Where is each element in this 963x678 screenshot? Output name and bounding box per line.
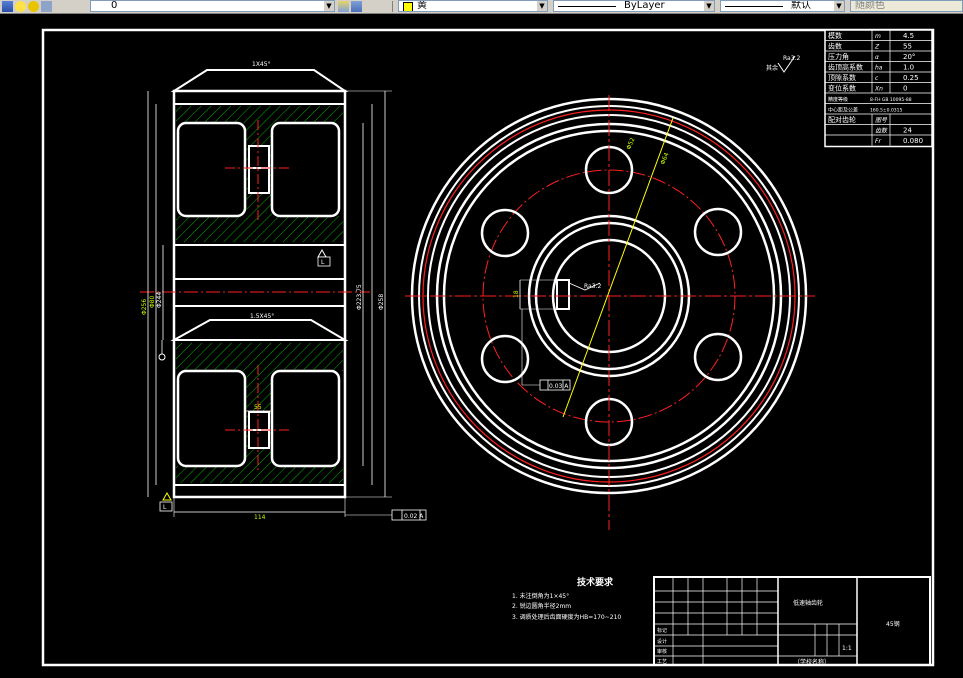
layer-manager-icon[interactable] <box>2 1 13 12</box>
gear-table-symbol: α <box>875 54 879 61</box>
layer-tools <box>2 0 54 13</box>
circle-dim-b: Φ64 <box>659 152 670 166</box>
keyway-dim: 18 <box>513 290 520 298</box>
gear-table-value: 8-FH GB 10095-88 <box>870 97 912 103</box>
gear-table-symbol: ha <box>875 65 883 72</box>
left-dim-1: Φ256 <box>141 299 148 315</box>
front-view: Φ52 Φ64 18 Ra3.2 0.03 A 其余 Ra3.2 <box>405 55 815 530</box>
layer-extra-tools <box>338 0 364 13</box>
layer-dropdown-value: 0 <box>111 0 118 11</box>
part-name: 低速轴齿轮 <box>793 599 823 607</box>
layer-previous-icon[interactable] <box>351 1 362 12</box>
gear-table-value: 0.25 <box>903 74 919 82</box>
gear-table-symbol: 图号 <box>875 117 888 124</box>
role-3: 审核 <box>657 648 667 655</box>
linetype-dropdown[interactable]: ByLayer ▼ <box>553 0 715 12</box>
lineweight-dropdown-value: 默认 <box>791 0 811 11</box>
lineweight-sample-line <box>725 6 783 7</box>
layer-state-bulb-icon[interactable] <box>15 1 26 12</box>
color-dropdown-value: 黄 <box>417 0 427 11</box>
section-top-label: 1X45° <box>252 61 271 68</box>
gear-table-label: 配对齿轮 <box>828 115 856 124</box>
bottom-width-label: 114 <box>254 514 266 521</box>
left-dim-2: Φ80 <box>149 295 156 308</box>
gear-table-symbol: Fr <box>875 138 881 145</box>
gear-table-label: 齿数 <box>828 42 842 51</box>
gear-table-value: 4.5 <box>903 32 914 40</box>
gear-table-symbol: Z <box>874 44 880 51</box>
surface-mark: 其余 <box>766 64 778 72</box>
color-swatch-icon <box>403 2 413 11</box>
tech-req-item-3: 3. 调质处理后齿面硬度为HB=170~210 <box>512 613 621 621</box>
gear-table-symbol: 齿数 <box>875 127 888 135</box>
left-dim-3: Φ244 <box>156 292 163 308</box>
chevron-down-icon[interactable]: ▼ <box>834 1 844 11</box>
role-1: 标记 <box>657 627 667 634</box>
section-mid-label: 1.5X45° <box>250 313 274 320</box>
right-dim-1: Φ223.75 <box>356 284 363 310</box>
make-current-layer-icon[interactable] <box>338 1 349 12</box>
surface-roughness: Ra3.2 <box>783 55 800 62</box>
cad-drawing: 1X45° 1.5X45° Φ256 Φ80 Φ244 Φ223.75 Φ258… <box>41 28 935 667</box>
tolerance-frame-bottom: 0.02 A <box>404 513 424 520</box>
tech-req-item-2: 2. 锐边圆角半径2mm <box>512 602 571 610</box>
linetype-sample-line <box>558 6 616 7</box>
gear-table-symbol: m <box>875 33 881 40</box>
gear-table-label: 变位系数 <box>828 84 856 93</box>
gear-table-label: 顶隙系数 <box>828 73 856 82</box>
chevron-down-icon[interactable]: ▼ <box>537 1 547 11</box>
gear-table-label: 齿顶高系数 <box>828 63 863 72</box>
properties-toolbar: 0 ▼ 黄 ▼ ByLayer ▼ 默认 ▼ 随颜色 <box>0 0 963 14</box>
gear-table-value: 20° <box>903 53 915 61</box>
keyway-roughness: Ra3.2 <box>584 283 601 290</box>
plotstyle-dropdown: 随颜色 <box>850 0 963 12</box>
right-dim-2: Φ258 <box>378 294 385 310</box>
layer-freeze-sun-icon[interactable] <box>28 1 39 12</box>
gear-table-label: 压力角 <box>828 52 849 61</box>
tech-req-title: 技术要求 <box>577 576 614 588</box>
plotstyle-dropdown-value: 随颜色 <box>855 0 885 11</box>
section-view: 1X45° 1.5X45° Φ256 Φ80 Φ244 Φ223.75 Φ258… <box>140 61 427 521</box>
role-2: 设计 <box>657 638 667 645</box>
gear-table-value: 1.0 <box>903 64 914 72</box>
gear-table-value: 55 <box>903 43 912 51</box>
gear-table-label: 中心距及公差 <box>828 107 858 114</box>
lineweight-dropdown[interactable]: 默认 ▼ <box>720 0 845 12</box>
gear-table-label: 模数 <box>828 31 842 40</box>
gear-table-value: 0 <box>903 85 907 93</box>
color-dropdown[interactable]: 黄 ▼ <box>398 0 548 12</box>
gear-table-label: 精度等级 <box>828 96 848 103</box>
scale: 1:1 <box>842 645 852 652</box>
hub-width-label: 55 <box>254 404 262 411</box>
gear-parameter-table: 模数 m 4.5齿数 Z 55压力角 α 20°齿顶高系数 ha 1.0顶隙系数 c 0.25变位系… <box>824 29 933 148</box>
technical-requirements: 技术要求 1. 未注倒角为1×45° 2. 锐边圆角半径2mm 3. 调质处理后… <box>512 576 621 621</box>
chevron-down-icon[interactable]: ▼ <box>704 1 714 11</box>
material: 45钢 <box>886 620 900 628</box>
gear-table-value: 24 <box>903 127 912 135</box>
company: （学校名称） <box>794 658 830 666</box>
drawing-canvas[interactable]: 1X45° 1.5X45° Φ256 Φ80 Φ244 Φ223.75 Φ258… <box>0 14 963 674</box>
title-block: 低速轴齿轮 45钢 1:1 （学校名称） 标记 设计 审核 工艺 <box>653 576 931 666</box>
gear-table-value: 160.5±0.0315 <box>870 108 903 114</box>
layer-lock-icon[interactable] <box>41 1 52 12</box>
role-4: 工艺 <box>657 659 667 665</box>
toolbar-separator <box>392 1 393 12</box>
runout-frame: 0.03 A <box>549 383 569 390</box>
gear-table-symbol: Xn <box>874 86 883 93</box>
circle-dim-a: Φ52 <box>625 137 636 151</box>
linetype-dropdown-value: ByLayer <box>624 0 665 11</box>
gear-table-value: 0.080 <box>903 137 923 145</box>
layer-dropdown[interactable]: 0 ▼ <box>90 0 335 12</box>
chevron-down-icon[interactable]: ▼ <box>324 1 334 11</box>
tech-req-item-1: 1. 未注倒角为1×45° <box>512 592 569 600</box>
